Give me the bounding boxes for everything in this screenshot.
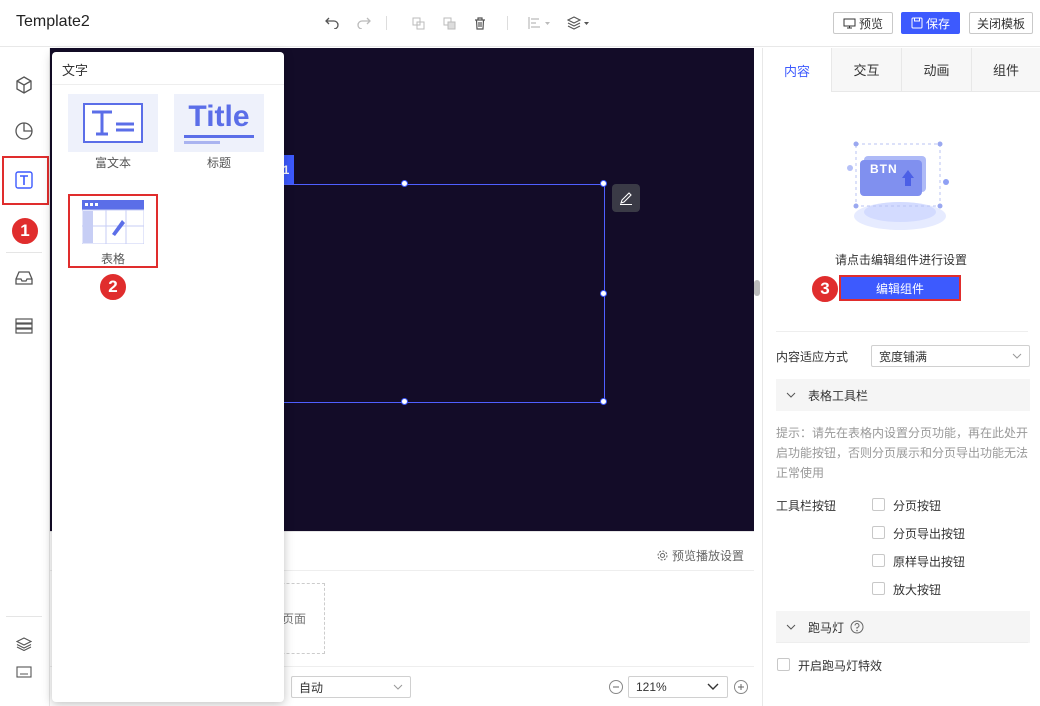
content-fit-value: 宽度铺满 [879,349,928,364]
title-label: 标题 [206,156,231,170]
zoom-value: 121% [636,680,667,694]
pie-chart-icon[interactable] [11,118,37,144]
title-underline [184,135,254,138]
resize-handle[interactable] [401,398,408,405]
layers-icon[interactable] [11,634,37,654]
original-export-checkbox[interactable] [872,554,885,567]
preview-button[interactable]: 预览 [833,12,893,34]
table-toolbar-section-header[interactable]: 表格工具栏 [776,379,1030,411]
tab-animation[interactable]: 动画 [901,48,971,92]
chevron-down-icon [707,683,719,690]
toolbar-divider [507,16,508,30]
edit-pencil-button[interactable] [612,184,640,212]
layer-dropdown-icon[interactable] [566,14,592,32]
content-fit-select[interactable]: 宽度铺满 [871,345,1030,367]
panel-title: 文字 [62,63,89,78]
help-icon[interactable] [850,620,864,634]
page-placeholder-label: 页面 [281,612,306,626]
table-toolbar-section-title: 表格工具栏 [808,388,869,403]
toolbar-tip-text: 提示：请先在表格内设置分页功能，再在此处开启功能按钮，否则分页展示和分页导出功能… [776,426,1029,480]
nav-divider [6,616,42,617]
zoom-button-checkbox[interactable] [872,582,885,595]
preview-label: 预览 [858,16,883,31]
annotation-marker-2: 2 [98,272,128,302]
align-dropdown-icon[interactable] [527,14,553,32]
save-button[interactable]: 保存 [901,12,960,34]
chevron-down-icon [786,624,796,630]
edit-component-button[interactable]: 编辑组件 [839,275,961,301]
rich-text-icon [83,103,143,143]
redo-icon[interactable] [355,14,373,32]
title-underline [184,141,220,144]
original-export-label: 原样导出按钮 [893,555,966,569]
resize-handle[interactable] [600,398,607,405]
marquee-effect-checkbox[interactable] [777,658,790,671]
delete-icon[interactable] [471,14,489,32]
rich-text-label: 富文本 [94,156,131,170]
zoom-out-icon[interactable] [609,680,623,694]
pagination-export-label: 分页导出按钮 [893,527,966,541]
copy-icon[interactable] [409,14,427,32]
keyboard-icon[interactable] [11,662,37,682]
fit-mode-select[interactable]: 自动 [291,676,411,698]
zoom-button-label: 放大按钮 [893,583,942,597]
resize-handle[interactable] [401,180,408,187]
left-nav [0,48,50,706]
divider [776,331,1028,332]
tab-content[interactable]: 内容 [763,48,831,92]
chevron-down-icon [393,684,403,690]
tab-component[interactable]: 组件 [971,48,1040,92]
undo-icon[interactable] [323,14,341,32]
annotation-marker-1: 1 [10,216,40,246]
edit-hint-text: 请点击编辑组件进行设置 [834,253,967,267]
server-icon[interactable] [11,313,37,339]
pagination-button-checkbox[interactable] [872,498,885,511]
close-template-button[interactable]: 关闭模板 [969,12,1033,34]
preview-settings-label: 预览播放设置 [672,549,745,563]
tab-interaction[interactable]: 交互 [831,48,901,92]
inbox-icon[interactable] [11,265,37,291]
save-label: 保存 [925,16,950,31]
illustration-btn-text: BTN [870,162,898,176]
fit-mode-label: 内容适应方式 [776,350,849,364]
zoom-select[interactable]: 121% [628,676,728,698]
fit-mode-value: 自动 [299,680,324,695]
chevron-down-icon [1012,353,1022,359]
divider [776,642,1028,643]
divider [52,84,284,85]
marquee-section-title: 跑马灯 [808,620,845,635]
resize-handle[interactable] [600,290,607,297]
preview-settings-link[interactable]: 预览播放设置 [657,547,744,564]
toolbar-buttons-label: 工具栏按钮 [776,499,837,513]
text-tool-icon[interactable] [11,167,37,193]
selected-component-frame[interactable] [248,184,605,403]
table-icon [81,200,145,245]
toolbar-divider [386,16,387,30]
title-component[interactable]: Title [174,94,264,152]
panel-resize-handle[interactable] [754,280,760,296]
title-icon: Title [188,100,250,133]
app-title: Template2 [16,13,90,30]
paste-icon[interactable] [440,14,458,32]
table-label: 表格 [100,252,125,266]
pencil-icon [620,192,632,205]
annotation-marker-3: 3 [810,274,840,304]
chevron-down-icon [786,392,796,398]
pagination-button-label: 分页按钮 [893,499,942,513]
table-component[interactable] [81,200,145,245]
nav-divider [6,252,42,253]
edit-component-illustration: BTN [842,138,958,238]
gear-icon [657,550,668,561]
save-icon [911,17,923,29]
pagination-export-checkbox[interactable] [872,526,885,539]
resize-handle[interactable] [600,180,607,187]
marquee-effect-label: 开启跑马灯特效 [798,659,883,673]
rich-text-component[interactable] [68,94,158,152]
marquee-section-header[interactable]: 跑马灯 [776,611,1030,643]
cube-icon[interactable] [11,72,37,98]
zoom-in-icon[interactable] [734,680,748,694]
monitor-icon [843,18,856,28]
